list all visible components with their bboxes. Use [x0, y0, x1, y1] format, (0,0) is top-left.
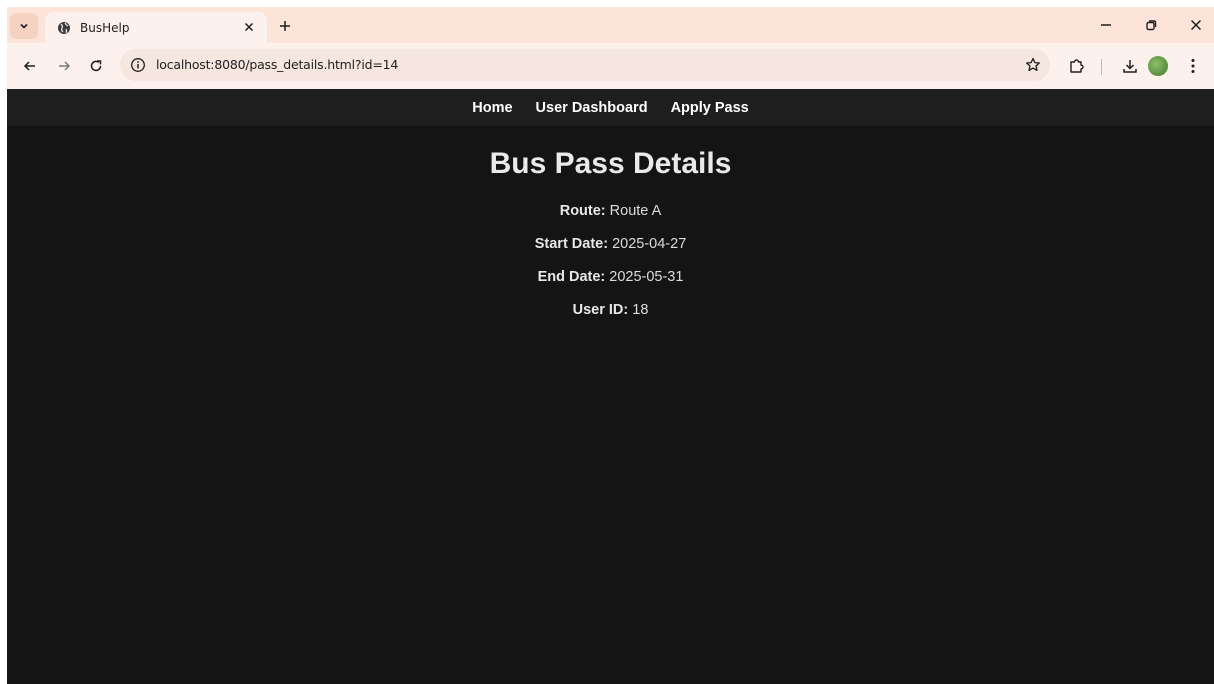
web-page: Home User Dashboard Apply Pass Bus Pass …: [7, 89, 1214, 684]
close-icon: [1190, 19, 1202, 31]
site-info-icon[interactable]: [130, 57, 146, 73]
page-title: Bus Pass Details: [489, 147, 732, 180]
restore-button[interactable]: [1137, 13, 1165, 37]
browser-window: BusHelp localhost:8080/pass_details.html…: [7, 7, 1214, 684]
extensions-button[interactable]: [1065, 54, 1089, 78]
download-icon: [1123, 60, 1137, 73]
puzzle-icon: [1070, 59, 1084, 73]
avatar: [1148, 56, 1168, 76]
tab-strip: BusHelp: [7, 7, 1214, 43]
tab-title: BusHelp: [80, 20, 130, 35]
browser-tab[interactable]: BusHelp: [45, 12, 267, 43]
nav-link-home[interactable]: Home: [472, 100, 512, 116]
menu-button[interactable]: [1181, 54, 1205, 78]
detail-start-date: Start Date: 2025-04-27: [7, 236, 1214, 269]
globe-icon: [57, 21, 71, 35]
forward-button[interactable]: [52, 54, 76, 78]
detail-value: Route A: [609, 203, 662, 219]
back-button[interactable]: [18, 54, 42, 78]
close-window-button[interactable]: [1182, 13, 1210, 37]
browser-toolbar: localhost:8080/pass_details.html?id=14: [7, 43, 1214, 89]
minimize-icon: [1101, 24, 1111, 26]
new-tab-button[interactable]: [275, 16, 295, 36]
url-text[interactable]: localhost:8080/pass_details.html?id=14: [156, 57, 398, 72]
plus-icon: [280, 21, 290, 31]
arrow-left-icon: [23, 61, 35, 71]
arrow-right-icon: [59, 61, 71, 71]
profile-button[interactable]: [1146, 54, 1170, 78]
more-vertical-icon: [1191, 59, 1195, 73]
downloads-button[interactable]: [1118, 54, 1142, 78]
detail-value: 2025-04-27: [612, 236, 687, 252]
nav-link-user-dashboard[interactable]: User Dashboard: [536, 100, 648, 116]
detail-label: End Date:: [537, 269, 606, 285]
site-navbar: Home User Dashboard Apply Pass: [7, 89, 1214, 126]
detail-end-date: End Date: 2025-05-31: [7, 269, 1214, 302]
tab-search-button[interactable]: [10, 13, 38, 39]
detail-label: User ID:: [572, 302, 629, 318]
detail-label: Start Date:: [534, 236, 609, 252]
toolbar-divider: [1101, 59, 1102, 75]
chevron-down-icon: [20, 23, 28, 29]
detail-label: Route:: [559, 203, 606, 219]
reload-icon: [90, 60, 102, 72]
detail-route: Route: Route A: [7, 203, 1214, 236]
nav-link-apply-pass[interactable]: Apply Pass: [671, 100, 749, 116]
address-bar[interactable]: localhost:8080/pass_details.html?id=14: [120, 49, 1050, 81]
close-tab-icon[interactable]: [241, 19, 257, 35]
reload-button[interactable]: [84, 54, 108, 78]
minimize-button[interactable]: [1092, 13, 1120, 37]
restore-icon: [1146, 20, 1157, 31]
pass-details-section: Bus Pass Details Route: Route A Start Da…: [7, 147, 1214, 335]
detail-user-id: User ID: 18: [7, 302, 1214, 335]
bookmark-star-icon[interactable]: [1024, 56, 1042, 74]
detail-value: 18: [632, 302, 649, 318]
detail-value: 2025-05-31: [609, 269, 684, 285]
